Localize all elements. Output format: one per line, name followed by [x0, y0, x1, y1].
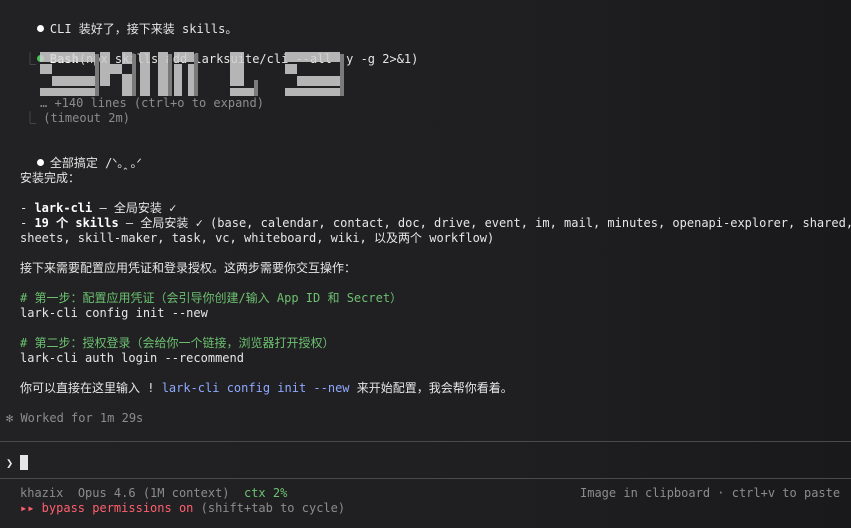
tool-output-corner-icon: ⎿ [24, 52, 37, 66]
status-user: khazix [20, 486, 64, 500]
item-dash: - [20, 201, 35, 215]
step1-command: lark-cli config init --new [20, 306, 208, 320]
message-bullet-icon [36, 25, 44, 32]
final-pre: 你可以直接在这里输入 ! [20, 381, 162, 395]
item-name: 19 个 skills [34, 216, 119, 230]
skills-ascii-banner [40, 52, 344, 96]
install-item-skills: - 19 个 skills — 全局安装 ✓ (base, calendar, … [20, 216, 851, 231]
message-bullet-icon [36, 159, 44, 166]
item-detail: — 全局安装 ✓ [92, 201, 177, 215]
prompt-bottom-divider [0, 478, 851, 479]
collapsed-output-hint[interactable]: … +140 lines (ctrl+o to expand) [40, 96, 264, 111]
item-name: lark-cli [34, 201, 93, 215]
terminal-window: CLI 装好了，接下来装 skills。 Bash(npx skills add… [0, 0, 851, 528]
next-steps-text: 接下来需要配置应用凭证和登录授权。这两步需要你交互操作： [20, 261, 357, 275]
item-detail: — 全局安装 ✓ (base, calendar, contact, doc, … [118, 216, 851, 230]
status-model: Opus 4.6 (1M context) [77, 486, 230, 500]
timeout-text: (timeout 2m) [43, 111, 130, 125]
prompt-input[interactable]: ❯ [6, 455, 29, 471]
timeout-line: ⎿ (timeout 2m) [24, 111, 130, 126]
install-complete-label: 安装完成： [20, 171, 81, 185]
final-inline-command: lark-cli config init --new [161, 381, 350, 395]
prompt-top-divider [0, 441, 851, 442]
final-post: 来开始配置，我会帮你看着。 [349, 381, 513, 395]
step1-comment: # 第一步：配置应用凭证（会引导你创建/输入 App ID 和 Secret） [20, 291, 403, 305]
worked-duration: ✻ Worked for 1m 29s [6, 411, 144, 425]
final-instruction: 你可以直接在这里输入 ! lark-cli config init --new … [20, 381, 513, 396]
intro-text: CLI 装好了，接下来装 skills。 [49, 22, 238, 36]
tool-output-corner-icon: ⎿ [24, 111, 44, 125]
done-text: 全部搞定 /ᐠ｡ꞈ｡ᐟ [49, 156, 142, 170]
prompt-chevron-icon: ❯ [6, 456, 14, 470]
clipboard-hint: Image in clipboard · ctrl+v to paste [580, 486, 841, 500]
bypass-hint: (shift+tab to cycle) [193, 501, 346, 515]
status-left: khazix Opus 4.6 (1M context) ctx 2% [20, 486, 287, 501]
install-item-lark-cli: - lark-cli — 全局安装 ✓ [20, 201, 176, 216]
install-item-skills-continued: sheets, skill-maker, task, vc, whiteboar… [20, 231, 495, 245]
item-dash: - [20, 216, 35, 230]
status-context: ctx 2% [243, 486, 288, 500]
bypass-permissions-status[interactable]: ▸▸ bypass permissions on (shift+tab to c… [20, 501, 345, 516]
step2-command: lark-cli auth login --recommend [20, 351, 244, 365]
bypass-label: ▸▸ bypass permissions on [20, 501, 194, 515]
step2-comment: # 第二步：授权登录（会给你一个链接，浏览器打开授权） [20, 336, 335, 350]
text-cursor [20, 455, 29, 470]
